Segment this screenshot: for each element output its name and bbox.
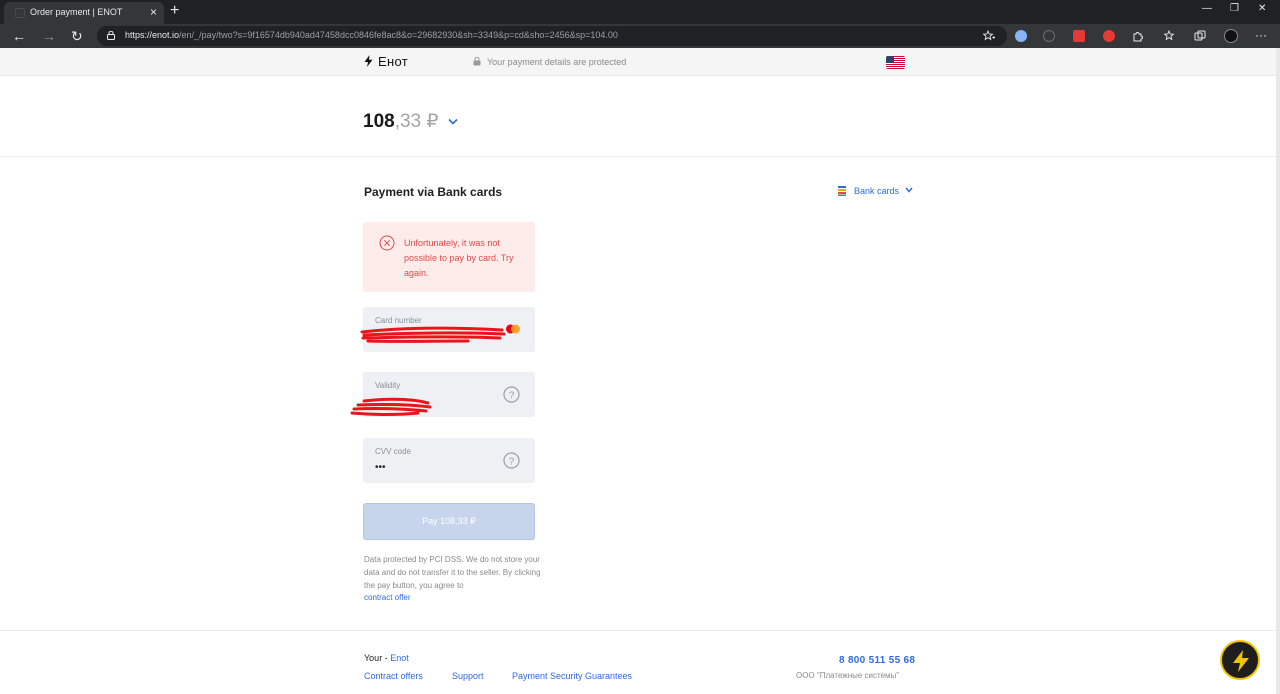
support-link[interactable]: Support [452, 671, 484, 681]
divider [0, 630, 1276, 631]
page-scrollbar[interactable] [1276, 48, 1280, 694]
browser-tab[interactable]: Order payment | ENOT × [4, 2, 164, 24]
restore-icon[interactable]: ❐ [1230, 3, 1239, 14]
lock-icon [107, 31, 115, 40]
pci-disclaimer: Data protected by PCI DSS. We do not sto… [364, 555, 541, 603]
mastercard-icon [506, 324, 520, 334]
address-url: https://enot.io/en/_/pay/two?s=9f16574db… [125, 30, 618, 40]
section-title: Payment via Bank cards [364, 185, 503, 199]
svg-text:?: ? [509, 390, 515, 401]
payment-page: Енот Your payment details are protected … [0, 48, 1280, 694]
favorite-star-icon[interactable] [983, 30, 995, 42]
extension-icon[interactable] [1103, 30, 1115, 42]
error-x-icon [379, 235, 395, 251]
security-guarantees-link[interactable]: Payment Security Guarantees [512, 671, 632, 681]
footer-brand-line: Your - Enot [364, 653, 409, 663]
forward-button[interactable]: → [42, 27, 56, 45]
chevron-down-icon [904, 187, 913, 193]
lightning-bolt-icon [1233, 650, 1249, 672]
help-question-icon[interactable]: ? [503, 386, 520, 403]
browser-tab-strip: Order payment | ENOT × + — ❐ ✕ [0, 0, 1280, 24]
support-phone[interactable]: 8 800 511 55 68 [839, 655, 915, 666]
company-name: ООО "Платежные системы" [796, 671, 900, 680]
site-header: Енот Your payment details are protected [0, 48, 1276, 76]
extension-icon[interactable] [1015, 30, 1027, 42]
back-button[interactable]: ← [12, 27, 26, 45]
extension-icon[interactable] [1043, 30, 1055, 42]
svg-text:?: ? [509, 456, 515, 467]
close-window-icon[interactable]: ✕ [1258, 3, 1266, 14]
validity-field[interactable]: Validity ? [363, 372, 535, 417]
profile-avatar[interactable] [1224, 29, 1238, 43]
cvv-value: ••• [375, 462, 386, 473]
validity-label: Validity [375, 381, 401, 390]
tab-title: Order payment | ENOT [30, 7, 123, 17]
collections-icon[interactable] [1194, 30, 1206, 42]
tab-close-icon[interactable]: × [150, 5, 157, 19]
brand-logo[interactable]: Енот [364, 54, 408, 69]
cvv-field[interactable]: CVV code ••• ? [363, 438, 535, 483]
chevron-down-icon [448, 118, 458, 125]
extension-icon[interactable] [1073, 30, 1085, 42]
settings-menu-icon[interactable]: ··· [1255, 26, 1267, 44]
browser-toolbar: ← → ↻ https://enot.io/en/_/pay/two?s=9f1… [0, 24, 1280, 48]
padlock-icon [473, 57, 481, 66]
cvv-label: CVV code [375, 447, 412, 456]
error-alert: Unfortunately, it was not possible to pa… [363, 222, 535, 292]
new-tab-button[interactable]: + [170, 1, 179, 21]
favorites-icon[interactable] [1164, 30, 1177, 42]
contract-offers-link[interactable]: Contract offers [364, 671, 423, 681]
bank-card-icon [838, 186, 846, 196]
order-amount[interactable]: 108,33 ₽ [363, 110, 458, 133]
card-number-label: Card number [375, 316, 422, 325]
pay-button[interactable]: Pay 108,33 ₽ [363, 503, 535, 540]
tab-favicon-icon [15, 8, 25, 18]
address-bar[interactable]: https://enot.io/en/_/pay/two?s=9f16574db… [97, 26, 1007, 46]
bolt-icon [364, 55, 373, 67]
divider [0, 156, 1276, 157]
card-number-field[interactable]: Card number [363, 307, 535, 352]
payment-method-selector[interactable]: Bank cards [838, 186, 913, 196]
secure-notice: Your payment details are protected [473, 57, 626, 67]
error-message: Unfortunately, it was not possible to pa… [404, 238, 514, 278]
minimize-icon[interactable]: — [1202, 3, 1212, 14]
contract-offer-link[interactable]: contract offer [364, 593, 411, 602]
help-question-icon[interactable]: ? [503, 452, 520, 469]
reload-button[interactable]: ↻ [71, 27, 83, 45]
extensions-puzzle-icon[interactable] [1132, 30, 1144, 42]
footer-enot-link[interactable]: Enot [390, 653, 409, 663]
enot-chat-button[interactable] [1220, 640, 1260, 680]
us-flag-icon[interactable] [886, 56, 905, 69]
